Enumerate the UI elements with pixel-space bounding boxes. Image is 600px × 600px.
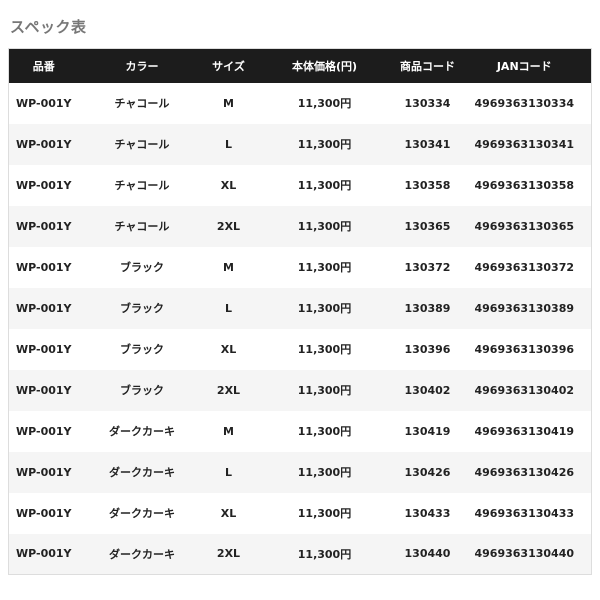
price-cell: 11,300円 <box>297 384 352 397</box>
color-cell: ダークカーキ <box>109 425 175 438</box>
color-cell: チャコール <box>114 97 170 110</box>
product-number-cell: WP-001Y <box>16 96 72 110</box>
table-row: WP-001Y ブラック 2XL 11,300円 130402 4969363130402 <box>8 369 592 411</box>
size-cell: 2XL <box>216 547 241 561</box>
spec-table-body: WP-001Y チャコール M 11,300円 130334 4969363130334 W… <box>8 82 592 575</box>
header-row: 品番 カラー サイズ 本体価格(円) 商品コード JANコード <box>8 48 592 83</box>
item-code-cell: 130419 <box>404 424 451 438</box>
table-row: WP-001Y ダークカーキ XL 11,300円 130433 496936313043… <box>8 492 592 534</box>
jan-code-cell: 4969363130372 <box>474 260 575 274</box>
header-color: カラー <box>125 59 159 73</box>
table-row: WP-001Y ダークカーキ 2XL 11,300円 130440 49693631304… <box>8 533 592 575</box>
spec-table-header: 品番 カラー サイズ 本体価格(円) 商品コード JANコード <box>8 48 592 83</box>
header-size: サイズ <box>212 59 245 73</box>
table-row: WP-001Y チャコール L 11,300円 130341 4969363130341 <box>8 123 592 165</box>
product-number-cell: WP-001Y <box>16 465 72 479</box>
price-cell: 11,300円 <box>297 547 352 561</box>
price-cell: 11,300円 <box>297 179 352 192</box>
price-cell: 11,300円 <box>297 343 352 356</box>
color-cell: ダークカーキ <box>109 466 175 479</box>
color-cell: ブラック <box>120 343 164 356</box>
product-number-cell: WP-001Y <box>16 219 72 233</box>
item-code-cell: 130358 <box>404 178 451 192</box>
color-cell: ダークカーキ <box>109 507 175 520</box>
table-row: WP-001Y チャコール M 11,300円 130334 4969363130334 <box>8 82 592 124</box>
item-code-cell: 130389 <box>404 301 451 315</box>
product-number-cell: WP-001Y <box>16 383 72 397</box>
product-number-cell: WP-001Y <box>16 260 72 274</box>
size-cell: XL <box>220 178 237 192</box>
header-price: 本体価格(円) <box>291 59 358 73</box>
header-item-code: 商品コード <box>400 59 455 73</box>
item-code-cell: 130433 <box>404 506 451 520</box>
product-number-cell: WP-001Y <box>16 506 72 520</box>
jan-code-cell: 4969363130440 <box>474 547 575 561</box>
item-code-cell: 130341 <box>404 137 451 151</box>
price-cell: 11,300円 <box>297 220 352 233</box>
header-jan-code: JANコード <box>496 59 552 73</box>
spec-table: 品番 カラー サイズ 本体価格(円) 商品コード JANコード WP-001Y チ… <box>8 48 592 575</box>
color-cell: チャコール <box>114 220 170 233</box>
size-cell: M <box>223 424 234 438</box>
price-cell: 11,300円 <box>297 507 352 520</box>
jan-code-cell: 4969363130334 <box>474 96 575 110</box>
size-cell: XL <box>220 342 237 356</box>
item-code-cell: 130365 <box>404 219 451 233</box>
price-cell: 11,300円 <box>297 425 352 438</box>
size-cell: 2XL <box>216 219 241 233</box>
price-cell: 11,300円 <box>297 466 352 479</box>
price-cell: 11,300円 <box>297 97 352 110</box>
jan-code-cell: 4969363130341 <box>474 137 575 151</box>
product-number-cell: WP-001Y <box>16 301 72 315</box>
jan-code-cell: 4969363130426 <box>474 465 575 479</box>
color-cell: ブラック <box>120 384 164 397</box>
size-cell: M <box>223 96 234 110</box>
jan-code-cell: 4969363130402 <box>474 383 575 397</box>
jan-code-cell: 4969363130396 <box>474 342 575 356</box>
color-cell: ブラック <box>120 261 164 274</box>
size-cell: XL <box>220 506 237 520</box>
product-number-cell: WP-001Y <box>16 178 72 192</box>
item-code-cell: 130440 <box>404 547 451 561</box>
price-cell: 11,300円 <box>297 138 352 151</box>
table-row: WP-001Y ブラック L 11,300円 130389 4969363130389 <box>8 287 592 329</box>
item-code-cell: 130372 <box>404 260 451 274</box>
jan-code-cell: 4969363130358 <box>474 178 575 192</box>
header-product-number: 品番 <box>32 59 55 73</box>
page-title: スペック表 <box>10 18 87 36</box>
item-code-cell: 130334 <box>404 96 451 110</box>
size-cell: L <box>224 465 232 479</box>
product-number-cell: WP-001Y <box>16 547 72 561</box>
item-code-cell: 130396 <box>404 342 451 356</box>
jan-code-cell: 4969363130433 <box>474 506 575 520</box>
item-code-cell: 130426 <box>404 465 451 479</box>
jan-code-cell: 4969363130419 <box>474 424 575 438</box>
color-cell: チャコール <box>114 138 170 151</box>
item-code-cell: 130402 <box>404 383 451 397</box>
table-row: WP-001Y チャコール 2XL 11,300円 130365 496936313036… <box>8 205 592 247</box>
size-cell: L <box>224 137 232 151</box>
jan-code-cell: 4969363130389 <box>474 301 575 315</box>
table-row: WP-001Y ブラック M 11,300円 130372 4969363130372 <box>8 246 592 288</box>
color-cell: チャコール <box>114 179 170 192</box>
table-row: WP-001Y ブラック XL 11,300円 130396 4969363130396 <box>8 328 592 370</box>
price-cell: 11,300円 <box>297 302 352 315</box>
color-cell: ブラック <box>120 302 164 315</box>
table-row: WP-001Y チャコール XL 11,300円 130358 4969363130358 <box>8 164 592 206</box>
price-cell: 11,300円 <box>297 261 352 274</box>
product-number-cell: WP-001Y <box>16 137 72 151</box>
color-cell: ダークカーキ <box>109 547 175 561</box>
table-row: WP-001Y ダークカーキ M 11,300円 130419 4969363130419 <box>8 410 592 452</box>
size-cell: M <box>223 260 234 274</box>
product-number-cell: WP-001Y <box>16 342 72 356</box>
jan-code-cell: 4969363130365 <box>474 219 575 233</box>
table-row: WP-001Y ダークカーキ L 11,300円 130426 4969363130426 <box>8 451 592 493</box>
size-cell: L <box>224 301 232 315</box>
size-cell: 2XL <box>216 383 241 397</box>
product-number-cell: WP-001Y <box>16 424 72 438</box>
